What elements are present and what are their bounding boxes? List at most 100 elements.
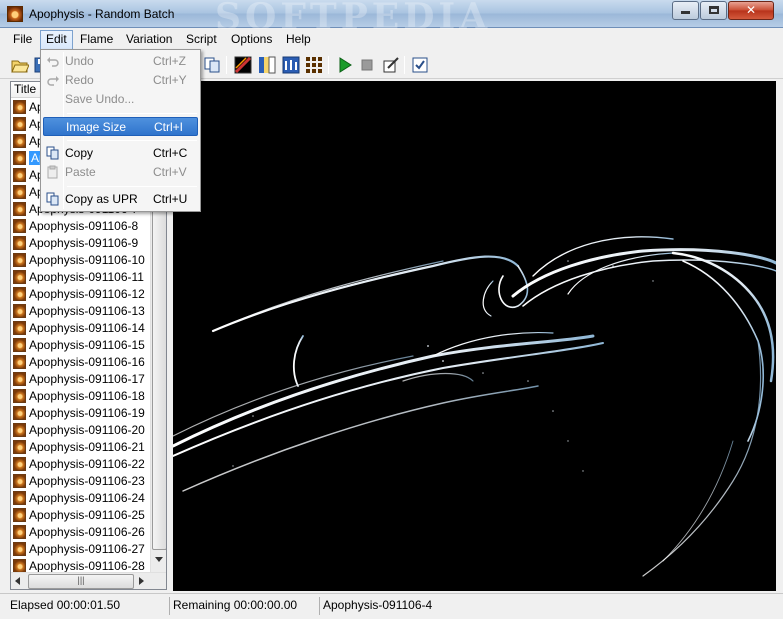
- flame-thumbnail-icon: [13, 236, 26, 250]
- horizontal-scroll-thumb[interactable]: |||: [28, 574, 134, 589]
- scroll-right-arrow-icon[interactable]: [139, 577, 144, 585]
- list-item[interactable]: Apophysis-091106-13: [11, 303, 150, 320]
- render-stop-icon[interactable]: [358, 56, 376, 74]
- list-item[interactable]: Apophysis-091106-27: [11, 541, 150, 558]
- menu-variation[interactable]: Variation: [121, 32, 177, 49]
- flame-thumbnail-icon: [13, 253, 26, 267]
- menu-separator: [67, 140, 197, 141]
- list-item-label: Apophysis-091106-13: [29, 304, 145, 318]
- flame-thumbnail-icon: [13, 304, 26, 318]
- flame-thumbnail-icon: [13, 321, 26, 335]
- list-item-label: Apophysis-091106-19: [29, 406, 145, 420]
- list-item-label: Apophysis-091106-27: [29, 542, 145, 556]
- menu-paste[interactable]: Paste Ctrl+V: [43, 163, 198, 182]
- menu-undo[interactable]: Undo Ctrl+Z: [43, 52, 198, 71]
- menu-save-undo[interactable]: Save Undo...: [43, 90, 198, 109]
- list-item[interactable]: Apophysis-091106-16: [11, 354, 150, 371]
- edit-menu-dropdown: Undo Ctrl+Z Redo Ctrl+Y Save Undo... Ima…: [40, 49, 201, 212]
- list-item-label: Apophysis-091106-10: [29, 253, 145, 267]
- list-item[interactable]: Apophysis-091106-21: [11, 439, 150, 456]
- app-icon[interactable]: [7, 6, 23, 22]
- list-item[interactable]: Apophysis-091106-23: [11, 473, 150, 490]
- list-item[interactable]: Apophysis-091106-26: [11, 524, 150, 541]
- menu-script[interactable]: Script: [181, 32, 222, 49]
- flame-thumbnail-icon: [13, 423, 26, 437]
- open-folder-icon[interactable]: [11, 56, 29, 74]
- menu-separator: [67, 186, 197, 187]
- horizontal-scrollbar[interactable]: |||: [11, 572, 166, 589]
- flame-thumbnail-icon: [13, 525, 26, 539]
- list-item[interactable]: Apophysis-091106-17: [11, 371, 150, 388]
- scroll-down-arrow-icon[interactable]: [155, 557, 163, 562]
- menu-redo[interactable]: Redo Ctrl+Y: [43, 71, 198, 90]
- menu-edit[interactable]: Edit: [40, 30, 73, 50]
- copy-icon[interactable]: [203, 56, 221, 74]
- render-start-icon[interactable]: [336, 56, 354, 74]
- list-item[interactable]: Apophysis-091106-15: [11, 337, 150, 354]
- mutate-icon[interactable]: [305, 56, 323, 74]
- menu-copy[interactable]: Copy Ctrl+C: [43, 144, 198, 163]
- list-item-label: Apophysis-091106-28: [29, 559, 145, 573]
- list-item-label: Apophysis-091106-18: [29, 389, 145, 403]
- flame-thumbnail-icon: [13, 491, 26, 505]
- list-item[interactable]: Apophysis-091106-9: [11, 235, 150, 252]
- paste-icon: [47, 165, 58, 179]
- flame-preview[interactable]: [173, 81, 776, 591]
- list-item-label: Apophysis-091106-17: [29, 372, 145, 386]
- list-item-label: Apophysis-091106-8: [29, 219, 139, 233]
- options-icon[interactable]: [411, 56, 429, 74]
- flame-thumbnail-icon: [13, 168, 26, 182]
- minimize-button[interactable]: [672, 1, 699, 20]
- edit-icon[interactable]: [382, 56, 400, 74]
- toolbar-separator: [404, 56, 405, 74]
- flame-thumbnail-icon: [13, 151, 26, 165]
- list-item[interactable]: Apophysis-091106-24: [11, 490, 150, 507]
- list-item[interactable]: Apophysis-091106-11: [11, 269, 150, 286]
- list-item[interactable]: Apophysis-091106-10: [11, 252, 150, 269]
- list-item[interactable]: Apophysis-091106-18: [11, 388, 150, 405]
- window-title: Apophysis - Random Batch: [29, 7, 175, 21]
- menu-options[interactable]: Options: [226, 32, 277, 49]
- list-item[interactable]: Apophysis-091106-20: [11, 422, 150, 439]
- menu-file[interactable]: File: [8, 32, 37, 49]
- status-current-flame: Apophysis-091106-4: [323, 598, 433, 612]
- redo-icon: [47, 76, 59, 86]
- copy-icon: [46, 146, 59, 160]
- list-item-label: Apophysis-091106-9: [29, 236, 139, 250]
- list-item[interactable]: Apophysis-091106-25: [11, 507, 150, 524]
- adjust-icon[interactable]: [282, 56, 300, 74]
- list-item[interactable]: Apophysis-091106-12: [11, 286, 150, 303]
- menu-help[interactable]: Help: [281, 32, 316, 49]
- flame-thumbnail-icon: [13, 406, 26, 420]
- list-item[interactable]: Apophysis-091106-8: [11, 218, 150, 235]
- list-item-label: Apophysis-091106-22: [29, 457, 145, 471]
- menu-image-size[interactable]: Image Size Ctrl+I: [43, 117, 198, 136]
- list-item-label: Apophysis-091106-14: [29, 321, 145, 335]
- list-item-label: Apophysis-091106-11: [29, 270, 144, 284]
- maximize-button[interactable]: [700, 1, 727, 20]
- list-item-label: Apophysis-091106-21: [29, 440, 145, 454]
- scroll-left-arrow-icon[interactable]: [15, 577, 20, 585]
- flame-thumbnail-icon: [13, 372, 26, 386]
- close-button[interactable]: ✕: [728, 1, 774, 20]
- list-item-label: Apophysis-091106-16: [29, 355, 145, 369]
- flame-thumbnail-icon: [13, 100, 26, 114]
- flame-thumbnail-icon: [13, 542, 26, 556]
- menu-copy-as-upr[interactable]: Copy as UPR Ctrl+U: [43, 190, 198, 209]
- flame-thumbnail-icon: [13, 559, 26, 573]
- menu-flame[interactable]: Flame: [75, 32, 118, 49]
- list-item[interactable]: Apophysis-091106-14: [11, 320, 150, 337]
- color-icon[interactable]: [258, 56, 276, 74]
- toolbar-separator: [328, 56, 329, 74]
- list-item-label: Apophysis-091106-20: [29, 423, 145, 437]
- gradient-icon[interactable]: [234, 56, 252, 74]
- list-item[interactable]: Apophysis-091106-22: [11, 456, 150, 473]
- flame-thumbnail-icon: [13, 338, 26, 352]
- list-item-label: Apophysis-091106-23: [29, 474, 145, 488]
- flame-thumbnail-icon: [13, 389, 26, 403]
- flame-thumbnail-icon: [13, 457, 26, 471]
- list-item[interactable]: Apophysis-091106-19: [11, 405, 150, 422]
- flame-thumbnail-icon: [13, 185, 26, 199]
- minimize-icon: [681, 11, 690, 14]
- list-item-label: Apophysis-091106-26: [29, 525, 145, 539]
